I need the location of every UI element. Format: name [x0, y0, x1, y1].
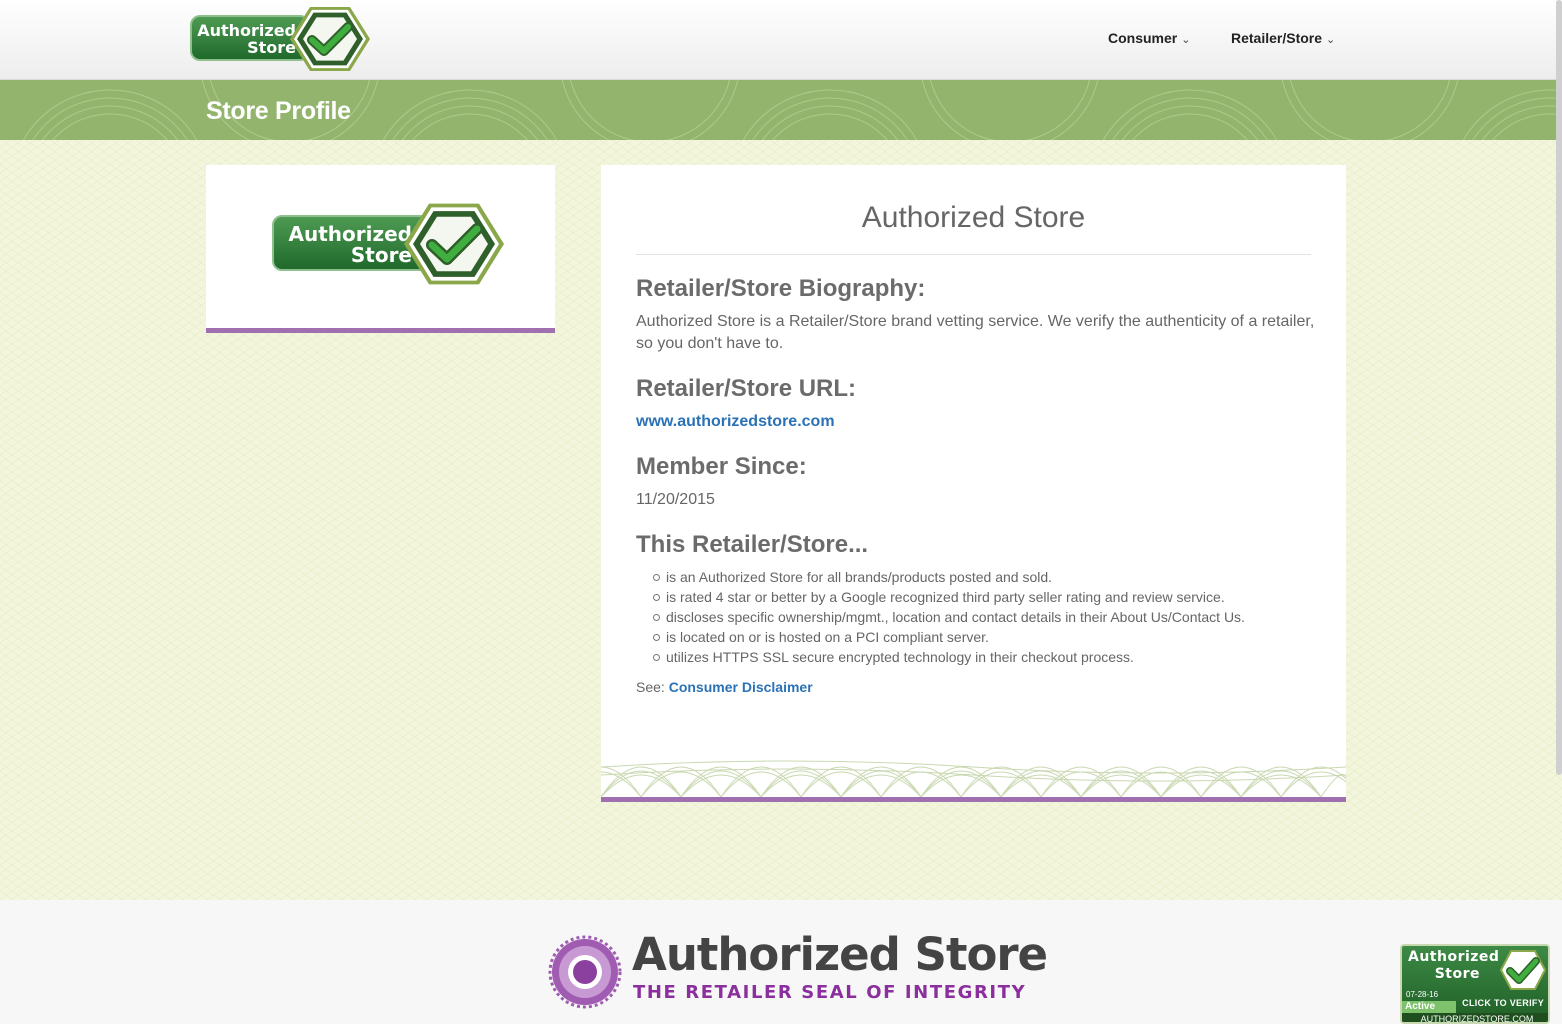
- see-line: See: Consumer Disclaimer: [636, 679, 813, 695]
- bio-heading: Retailer/Store Biography:: [636, 275, 926, 302]
- store-logo: Authorized Store: [272, 201, 504, 287]
- member-since-date: 11/20/2015: [636, 491, 715, 508]
- nav-consumer[interactable]: Consumer ⌄: [1108, 30, 1190, 46]
- list-item: discloses specific ownership/mgmt., loca…: [636, 607, 1245, 627]
- page-title: Store Profile: [206, 97, 351, 125]
- store-url-link[interactable]: www.authorizedstore.com: [636, 413, 835, 430]
- list-item: is located on or is hosted on a PCI comp…: [636, 627, 1245, 647]
- checkmark-icon: [307, 22, 353, 56]
- verify-badge-status: Active: [1402, 1001, 1456, 1013]
- list-item: utilizes HTTPS SSL secure encrypted tech…: [636, 647, 1245, 667]
- store-logo-card: Authorized Store: [206, 165, 555, 333]
- list-item: is rated 4 star or better by a Google re…: [636, 587, 1245, 607]
- store-logo-line1: Authorized: [288, 222, 413, 246]
- header-logo-line2: Store: [247, 37, 296, 57]
- chevron-down-icon: ⌄: [1181, 34, 1191, 46]
- seal-icon: [548, 935, 622, 1009]
- verify-badge-url: AUTHORIZEDSTORE.COM: [1402, 1013, 1548, 1022]
- see-label: See:: [636, 679, 665, 695]
- divider: [636, 254, 1311, 255]
- footer-tagline: THE RETAILER SEAL OF INTEGRITY: [633, 982, 1027, 1003]
- verify-badge-title: Authorized Store: [1408, 949, 1500, 983]
- nav-consumer-label: Consumer: [1108, 30, 1178, 46]
- criteria-list: is an Authorized Store for all brands/pr…: [636, 567, 1245, 667]
- verify-badge[interactable]: Authorized Store 07-28-16 Active CLICK T…: [1400, 944, 1550, 1024]
- top-navbar: Authorized Store Consumer ⌄ Retailer/Stor…: [0, 0, 1562, 80]
- store-logo-line2: Store: [350, 243, 412, 267]
- store-profile-card: Authorized Store Retailer/Store Biograph…: [601, 165, 1346, 802]
- store-name: Authorized Store: [861, 201, 1086, 234]
- url-heading: Retailer/Store URL:: [636, 375, 857, 402]
- chevron-down-icon: ⌄: [1326, 34, 1336, 46]
- checkmark-icon: [426, 223, 483, 265]
- bio-text: Authorized Store is a Retailer/Store bra…: [636, 313, 1315, 352]
- criteria-heading: This Retailer/Store...: [636, 531, 869, 558]
- list-item: is an Authorized Store for all brands/pr…: [636, 567, 1245, 587]
- nav-retailer-store[interactable]: Retailer/Store ⌄: [1231, 30, 1335, 46]
- consumer-disclaimer-link[interactable]: Consumer Disclaimer: [669, 679, 813, 695]
- verify-badge-date: 07-28-16: [1406, 990, 1439, 999]
- footer-brand-name: Authorized Store: [632, 928, 1048, 981]
- verify-badge-title-line1: Authorized: [1408, 949, 1500, 965]
- verify-badge-title-line2: Store: [1434, 966, 1480, 982]
- nav-retailer-store-label: Retailer/Store: [1231, 30, 1323, 46]
- header-logo[interactable]: Authorized Store: [190, 5, 370, 73]
- page-title-band: Store Profile: [0, 80, 1562, 140]
- checkmark-icon: [1500, 950, 1546, 990]
- guilloche-pattern: [601, 760, 1346, 797]
- verify-badge-cta: CLICK TO VERIFY: [1462, 998, 1544, 1008]
- scrollbar[interactable]: [1556, 0, 1562, 775]
- member-since-heading: Member Since:: [636, 453, 807, 480]
